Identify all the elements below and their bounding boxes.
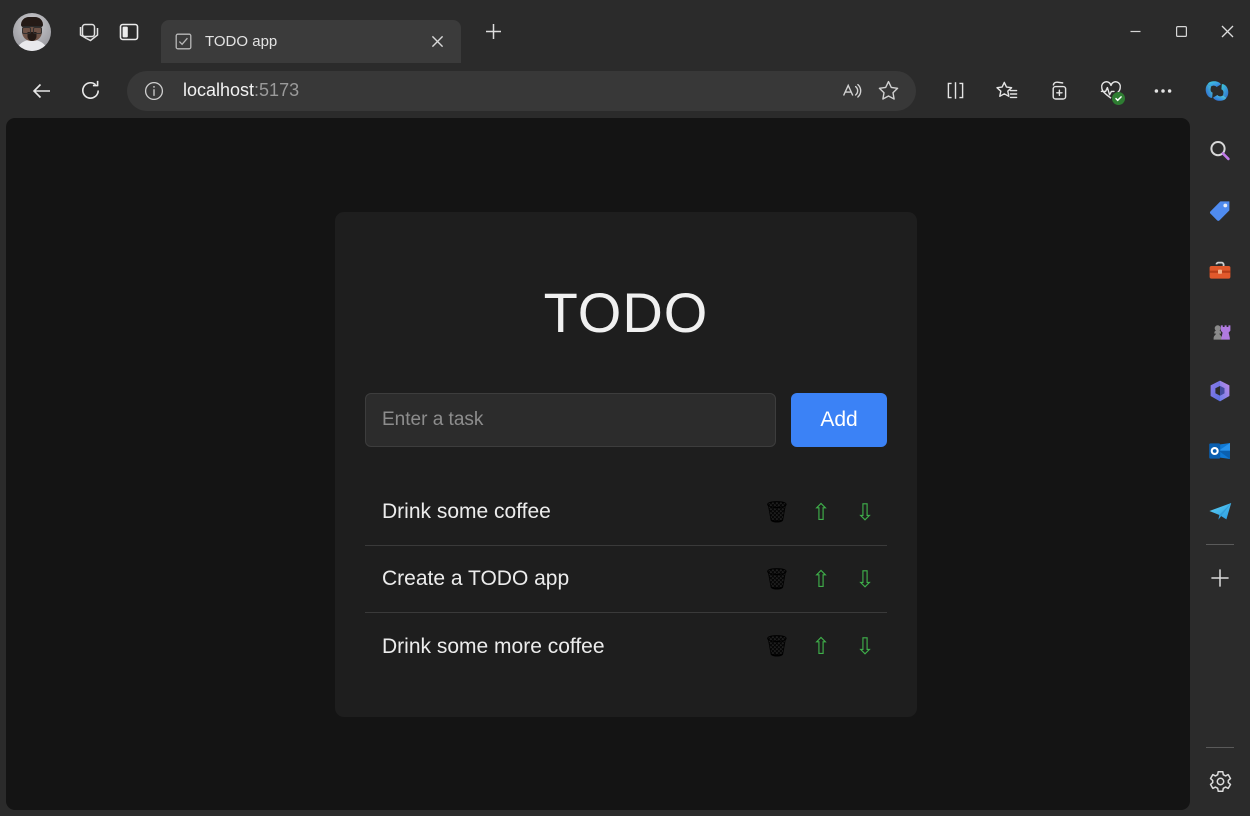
task-label: Create a TODO app bbox=[365, 567, 755, 591]
address-bar[interactable]: localhost:5173 bbox=[127, 71, 916, 111]
delete-task-icon[interactable]: 🗑 bbox=[755, 569, 799, 590]
sidebar-games-icon[interactable] bbox=[1199, 310, 1241, 352]
tab-actions-icon[interactable] bbox=[109, 12, 149, 52]
move-task-down-icon[interactable]: ⇩ bbox=[843, 568, 887, 591]
refresh-button[interactable] bbox=[71, 72, 109, 110]
profile-avatar[interactable] bbox=[13, 13, 51, 51]
browser-tab[interactable]: TODO app bbox=[161, 20, 461, 63]
table-row: Drink some coffee 🗑 ⇧ ⇩ bbox=[365, 479, 887, 546]
page-title: TODO bbox=[335, 280, 917, 345]
sidebar-divider bbox=[1206, 544, 1234, 545]
table-row: Create a TODO app 🗑 ⇧ ⇩ bbox=[365, 546, 887, 613]
task-label: Drink some more coffee bbox=[365, 635, 755, 659]
sidebar-microsoft365-icon[interactable] bbox=[1199, 370, 1241, 412]
sidebar-tools-icon[interactable] bbox=[1199, 250, 1241, 292]
read-aloud-icon[interactable] bbox=[834, 73, 870, 109]
browser-toolbar bbox=[922, 72, 1250, 110]
minimize-button[interactable] bbox=[1112, 0, 1158, 63]
sidebar-shopping-icon[interactable] bbox=[1199, 190, 1241, 232]
move-task-down-icon[interactable]: ⇩ bbox=[843, 635, 887, 658]
site-information-icon[interactable] bbox=[143, 80, 165, 102]
address-host: localhost bbox=[183, 80, 254, 100]
move-task-up-icon[interactable]: ⇧ bbox=[799, 501, 843, 524]
sidebar-settings-icon[interactable] bbox=[1199, 760, 1241, 802]
add-favorite-icon[interactable] bbox=[870, 73, 906, 109]
delete-task-icon[interactable]: 🗑 bbox=[755, 636, 799, 657]
task-label: Drink some coffee bbox=[365, 500, 755, 524]
split-screen-icon[interactable] bbox=[936, 72, 974, 110]
close-button[interactable] bbox=[1204, 0, 1250, 63]
checkbox-checked-icon bbox=[175, 33, 192, 50]
table-row: Drink some more coffee 🗑 ⇧ ⇩ bbox=[365, 613, 887, 680]
sidebar-telegram-icon[interactable] bbox=[1199, 490, 1241, 532]
back-button[interactable] bbox=[23, 72, 61, 110]
browser-navigation-bar: localhost:5173 bbox=[0, 63, 1250, 118]
address-bar-text: localhost:5173 bbox=[183, 80, 834, 101]
add-task-button[interactable]: Add bbox=[791, 393, 887, 447]
browser-sidebar bbox=[1190, 118, 1250, 816]
sidebar-bottom-divider bbox=[1206, 747, 1234, 748]
window-controls bbox=[1112, 0, 1250, 63]
new-tab-button[interactable] bbox=[475, 14, 511, 50]
close-icon[interactable] bbox=[423, 28, 451, 56]
sidebar-search-icon[interactable] bbox=[1199, 130, 1241, 172]
delete-task-icon[interactable]: 🗑 bbox=[755, 502, 799, 523]
sidebar-outlook-icon[interactable] bbox=[1199, 430, 1241, 472]
browser-essentials-icon[interactable] bbox=[1092, 72, 1130, 110]
workspaces-icon[interactable] bbox=[69, 12, 109, 52]
settings-and-more-icon[interactable] bbox=[1144, 72, 1182, 110]
favorites-icon[interactable] bbox=[988, 72, 1026, 110]
sidebar-add-icon[interactable] bbox=[1199, 557, 1241, 599]
collections-icon[interactable] bbox=[1040, 72, 1078, 110]
avatar-glasses bbox=[22, 26, 42, 31]
avatar-body bbox=[16, 40, 48, 51]
move-task-up-icon[interactable]: ⇧ bbox=[799, 635, 843, 658]
add-task-row: Add bbox=[365, 393, 887, 447]
page-viewport: TODO Add Drink some coffee 🗑 ⇧ ⇩ Create … bbox=[6, 118, 1190, 810]
address-port: :5173 bbox=[254, 80, 299, 100]
browser-title-bar: TODO app bbox=[0, 0, 1250, 63]
task-list: Drink some coffee 🗑 ⇧ ⇩ Create a TODO ap… bbox=[365, 479, 887, 680]
maximize-button[interactable] bbox=[1158, 0, 1204, 63]
copilot-icon[interactable] bbox=[1198, 72, 1236, 110]
status-badge bbox=[1112, 92, 1125, 105]
todo-card: TODO Add Drink some coffee 🗑 ⇧ ⇩ Create … bbox=[335, 212, 917, 717]
move-task-up-icon[interactable]: ⇧ bbox=[799, 568, 843, 591]
move-task-down-icon[interactable]: ⇩ bbox=[843, 501, 887, 524]
task-input[interactable] bbox=[365, 393, 776, 447]
tab-title: TODO app bbox=[205, 33, 423, 50]
